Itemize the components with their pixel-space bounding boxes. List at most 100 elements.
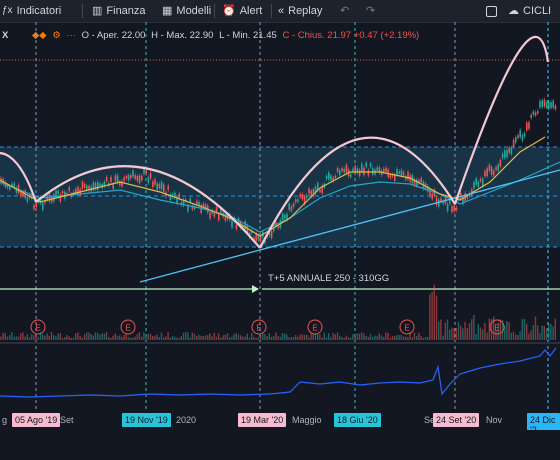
- volume-bar: [376, 336, 378, 340]
- volume-bar: [407, 336, 409, 340]
- candle-body: [68, 187, 70, 192]
- candle-body: [466, 196, 469, 199]
- volume-bar: [178, 337, 180, 340]
- volume-bar: [20, 333, 22, 340]
- volume-bar: [46, 333, 48, 340]
- volume-bar: [284, 333, 286, 340]
- volume-bar: [299, 334, 301, 340]
- volume-bar: [453, 327, 455, 340]
- volume-bar: [6, 336, 9, 340]
- price-chart[interactable]: T+5 ANNUALE 250 - 310GG E E E E E E: [0, 22, 560, 412]
- volume-bar: [446, 319, 449, 340]
- candle-body: [125, 175, 128, 179]
- candle-body: [473, 181, 475, 189]
- candle-body: [363, 167, 365, 176]
- volume-bar: [180, 336, 182, 340]
- alert-button[interactable]: ⏰ Alert: [222, 0, 262, 22]
- svg-text:E: E: [256, 324, 261, 333]
- volume-bar: [387, 333, 389, 340]
- candle-body: [308, 188, 310, 194]
- volume-bar: [435, 295, 438, 340]
- candle-body: [510, 147, 513, 154]
- undo-icon: ↶: [340, 5, 350, 17]
- event-marker[interactable]: E: [307, 319, 323, 335]
- candle-body: [506, 150, 508, 158]
- volume-bar: [477, 324, 479, 340]
- volume-bar: [2, 332, 4, 340]
- volume-bar: [440, 319, 442, 340]
- volume-bar: [400, 334, 402, 340]
- templates-button[interactable]: ▦ Modelli: [162, 0, 211, 22]
- candle-body: [486, 168, 488, 177]
- volume-bar: [297, 336, 299, 340]
- volume-bar: [242, 336, 244, 340]
- candle-body: [493, 170, 495, 176]
- volume-bar: [378, 333, 380, 340]
- candle-body: [365, 162, 367, 167]
- candle-body: [81, 181, 84, 189]
- indicators-button[interactable]: ƒx Indicatori: [2, 0, 61, 22]
- volume-bar: [193, 333, 196, 340]
- event-marker[interactable]: E: [251, 319, 267, 335]
- event-marker[interactable]: E: [399, 319, 415, 335]
- top-toolbar: ƒx Indicatori ▥ Finanza ▦ Modelli ⏰ Aler…: [0, 0, 560, 23]
- cloud-icon: ☁: [508, 5, 519, 17]
- volume-bar: [182, 332, 185, 340]
- x-label: Nov: [486, 415, 503, 425]
- volume-bar: [523, 318, 526, 340]
- cycle-button[interactable]: ☁ CICLI: [508, 0, 551, 22]
- volume-bar: [222, 335, 224, 340]
- volume-bar: [0, 336, 2, 340]
- volume-bar: [35, 335, 37, 340]
- replay-button[interactable]: « Replay: [278, 0, 322, 22]
- volume-bar: [534, 316, 537, 340]
- redo-button[interactable]: ↷: [366, 0, 375, 22]
- volume-bar: [171, 336, 174, 340]
- event-markers: E E E E E E: [30, 319, 505, 335]
- candle-body: [490, 167, 493, 175]
- volume-bar: [215, 336, 218, 340]
- candle-body: [435, 197, 438, 206]
- volume-bar: [218, 333, 220, 340]
- volume-bar: [473, 315, 475, 340]
- volume-bar: [255, 337, 257, 340]
- x-label: Maggio: [292, 415, 322, 425]
- volume-bar: [332, 333, 334, 340]
- volume-bar: [191, 332, 193, 340]
- volume-bar: [292, 337, 295, 340]
- volume-bar: [391, 336, 394, 340]
- candle-body: [130, 175, 132, 179]
- volume-bar: [138, 332, 141, 340]
- volume-bar: [325, 337, 328, 340]
- volume-bar: [515, 334, 517, 340]
- volume-bar: [79, 335, 81, 340]
- volume-bar: [251, 332, 253, 340]
- volume-bar: [517, 335, 519, 340]
- grid-icon: ▦: [162, 5, 173, 17]
- fullscreen-button[interactable]: [486, 0, 497, 22]
- candle-body: [429, 188, 431, 197]
- volume-bar: [350, 337, 352, 340]
- volume-bar: [130, 337, 132, 340]
- undo-button[interactable]: ↶: [340, 0, 349, 22]
- volume-bar: [97, 333, 99, 340]
- date-box: 19 Nov '19: [122, 413, 171, 427]
- volume-bar: [356, 333, 358, 340]
- candle-body: [215, 207, 218, 213]
- candle-body: [158, 183, 161, 189]
- candle-body: [376, 167, 378, 171]
- volume-bar: [266, 336, 268, 340]
- volume-bar: [176, 337, 178, 340]
- candle-body: [400, 170, 403, 176]
- volume-bar: [323, 332, 325, 340]
- volume-bar: [275, 332, 277, 340]
- candle-body: [97, 182, 99, 191]
- volume-bar: [244, 336, 246, 340]
- event-marker[interactable]: E: [120, 319, 136, 335]
- candle-body: [288, 203, 290, 211]
- volume-bar: [519, 331, 521, 340]
- event-marker[interactable]: E: [30, 319, 46, 335]
- finance-button[interactable]: ▥ Finanza: [92, 0, 146, 22]
- candle-body: [515, 137, 517, 143]
- volume-bar: [22, 332, 24, 340]
